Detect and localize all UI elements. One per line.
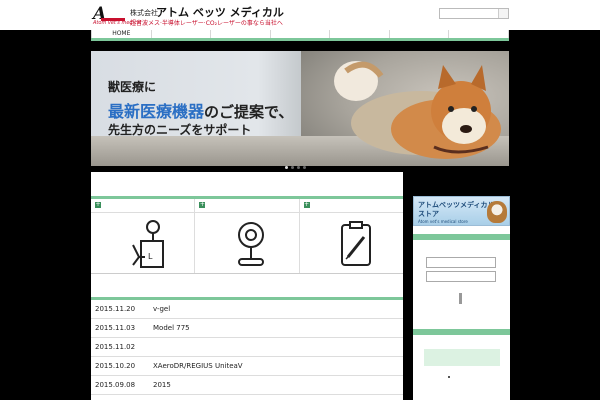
stethoscope-icon — [238, 222, 265, 266]
sidebar-input-2[interactable] — [426, 271, 496, 282]
shiba-dog-photo — [334, 61, 501, 159]
store-banner[interactable]: アトムベッツメディカル ストア Atom vet's medical store — [413, 196, 510, 226]
plus-icon: + — [199, 201, 206, 208]
news-date: 2015.09.08 — [95, 381, 136, 389]
news-title[interactable] — [153, 338, 403, 356]
sidebar-green-panel — [424, 349, 500, 366]
site-header: A Atom vet's medical 株式会社 アトム ベッツ メディカル … — [0, 0, 600, 30]
hero-heading-highlight: 最新医療機器 — [108, 102, 205, 121]
news-item[interactable]: 2015.11.20 v-gel — [91, 300, 403, 319]
bullet-icon — [448, 376, 450, 378]
plus-icon: + — [95, 201, 101, 208]
news-item[interactable]: 2015.11.02 — [91, 338, 403, 357]
nav-item-5[interactable] — [330, 30, 390, 38]
news-date: 2015.10.20 — [95, 362, 136, 370]
category-header: + — [299, 199, 403, 213]
scroll-indicator[interactable] — [459, 293, 462, 304]
nav-item-home[interactable]: HOME — [91, 30, 152, 38]
slider-dot-4[interactable] — [303, 166, 306, 169]
news-date: 2015.11.02 — [95, 343, 136, 351]
news-title[interactable]: 2015 — [153, 376, 403, 394]
news-item[interactable]: 2015.11.03 Model 775 — [91, 319, 403, 338]
global-nav: HOME — [91, 30, 510, 41]
news-title[interactable]: Model 775 — [153, 319, 403, 337]
nav-item-4[interactable] — [271, 30, 331, 38]
category-card-2[interactable]: + — [195, 199, 300, 273]
hero-heading-line2-rest: のご提案で、 — [204, 103, 294, 121]
search-button[interactable] — [498, 9, 508, 18]
slider-pagination — [285, 166, 315, 170]
category-grid: + L + + — [91, 196, 403, 274]
ultrasound-device-icon: L — [132, 220, 164, 268]
beagle-icon — [487, 201, 507, 223]
nav-item-7[interactable] — [449, 30, 510, 38]
news-title[interactable]: v-gel — [153, 300, 403, 318]
category-header: + — [91, 199, 195, 213]
plus-icon: + — [303, 201, 310, 208]
nav-item-3[interactable] — [211, 30, 271, 38]
news-title[interactable]: XAeroDR/REGIUS UniteaV — [153, 357, 403, 375]
news-list: 2015.11.20 v-gel 2015.11.03 Model 775 20… — [91, 297, 403, 400]
news-date: 2015.11.20 — [95, 305, 136, 313]
sidebar-input-1[interactable] — [426, 257, 496, 268]
search-input[interactable] — [439, 8, 509, 19]
company-tagline: 超音波メス·半導体レーザー·CO₂レーザーの事なら当社へ — [130, 20, 283, 27]
hero-slider[interactable]: 獣医療に 最新医療機器のご提案で、 先生方のニーズをサポート — [91, 51, 509, 166]
nav-item-2[interactable] — [152, 30, 212, 38]
store-banner-subtitle: ストア — [418, 210, 439, 218]
slider-dot-1[interactable] — [285, 166, 288, 169]
clipboard-syringe-icon — [340, 221, 371, 266]
news-item[interactable]: 2015.10.20 XAeroDR/REGIUS UniteaV — [91, 357, 403, 376]
category-card-3[interactable]: + — [299, 199, 403, 273]
company-prefix: 株式会社 — [130, 9, 158, 17]
hero-heading-line1: 獣医療に — [108, 80, 157, 94]
sidebar-divider — [413, 234, 510, 240]
store-banner-caption: Atom vet's medical store — [418, 219, 468, 224]
nav-item-6[interactable] — [390, 30, 450, 38]
hero-heading-line2: 最新医療機器のご提案で、 — [108, 98, 293, 122]
hero-heading-line3: 先生方のニーズをサポート — [108, 123, 252, 137]
svg-text:L: L — [148, 252, 153, 261]
slider-dot-3[interactable] — [297, 166, 300, 169]
news-item[interactable]: 2015.09.08 2015 — [91, 376, 403, 395]
news-date: 2015.11.03 — [95, 324, 136, 332]
sidebar-divider — [413, 329, 510, 335]
logo[interactable]: A Atom vet's medical — [93, 4, 141, 26]
slider-dot-2[interactable] — [291, 166, 294, 169]
category-header: + — [195, 199, 299, 213]
category-card-1[interactable]: + L — [91, 199, 196, 273]
